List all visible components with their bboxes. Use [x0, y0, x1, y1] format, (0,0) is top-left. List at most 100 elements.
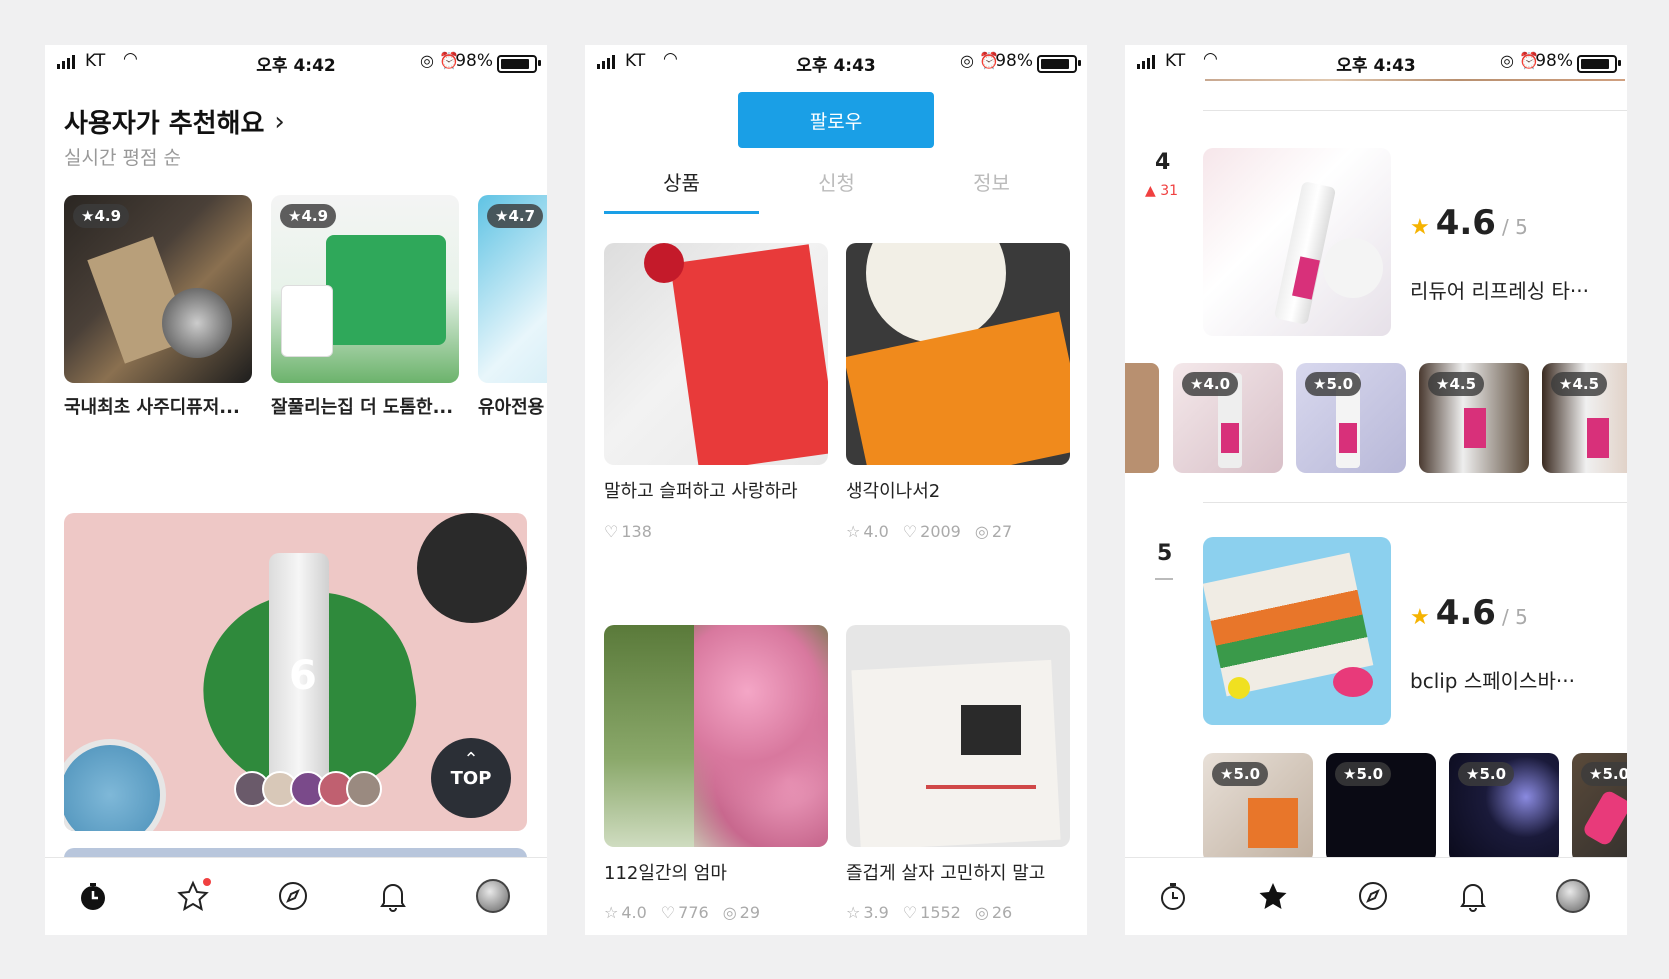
- rating: ☆ 4.0: [604, 903, 647, 922]
- tab-profile[interactable]: [1555, 878, 1591, 914]
- rank-unchanged-icon: [1155, 578, 1173, 580]
- battery-icon: [497, 55, 541, 73]
- rank-number: 4: [1155, 150, 1171, 175]
- rating-badge: ★4.5: [1551, 372, 1608, 396]
- ranked-product-image[interactable]: [1203, 148, 1391, 336]
- screen-profile-products: KT ◠ 오후 4:43 ◎ ⏰ 98% 팔로우 상품 신청 정보 말하고 슬퍼…: [585, 45, 1087, 935]
- rating: ☆ 3.9: [846, 903, 889, 922]
- product-card-title[interactable]: 잘풀리는집 더 도톰한...: [271, 393, 453, 419]
- rating-badge: ★5.0: [1458, 762, 1515, 786]
- product-card-image[interactable]: ★4.9: [64, 195, 252, 383]
- rating: ☆ 4.0: [846, 522, 889, 541]
- tab-timer[interactable]: [75, 878, 111, 914]
- product-image[interactable]: [604, 243, 828, 465]
- star-outline-icon: ☆: [604, 903, 619, 922]
- product-meta: ☆ 4.0 ♡ 776 ◎ 29: [604, 903, 760, 922]
- screen-ranking: KT ◠ 오후 4:43 ◎ ⏰ 98% 4 ▲ 31 ★ 4.6 / 5 리듀…: [1125, 45, 1627, 935]
- heart-icon: ♡: [660, 903, 676, 922]
- likes: ♡ 1552: [902, 903, 961, 922]
- rating-badge: ★5.0: [1305, 372, 1362, 396]
- review-thumbnail[interactable]: ★4.5: [1419, 363, 1529, 473]
- tab-favorites[interactable]: [175, 878, 211, 914]
- review-thumbnail[interactable]: ★5.0: [1296, 363, 1406, 473]
- tab-explore[interactable]: [1355, 878, 1391, 914]
- top-button[interactable]: ⌃ TOP: [431, 738, 511, 818]
- status-bar: KT ◠ 오후 4:43 ◎ ⏰ 98%: [585, 45, 1087, 79]
- bottom-tab-bar: [45, 857, 547, 935]
- alarm-icon: ◎ ⏰: [420, 51, 459, 70]
- tab-explore[interactable]: [275, 878, 311, 914]
- rating-badge: ★4.9: [280, 204, 337, 228]
- comments: ◎ 29: [722, 903, 761, 922]
- divider: [1203, 502, 1627, 503]
- avatar: [346, 771, 382, 807]
- review-thumbnail[interactable]: ★5.0: [1572, 753, 1627, 863]
- battery-percent: 98%: [1535, 51, 1573, 71]
- comment-icon: ◎: [974, 903, 989, 922]
- tab-notifications[interactable]: [375, 878, 411, 914]
- rating-badge: ★5.0: [1212, 762, 1269, 786]
- tab-notifications[interactable]: [1455, 878, 1491, 914]
- star-icon: ★: [1410, 215, 1430, 240]
- compass-icon: [1359, 882, 1387, 910]
- product-card-image[interactable]: ★4.7: [478, 195, 547, 383]
- product-title[interactable]: 112일간의 엄마: [604, 859, 727, 885]
- rating-badge: ★4.0: [1182, 372, 1239, 396]
- review-thumbnail[interactable]: ★5.0: [1449, 753, 1559, 863]
- notification-dot: [203, 878, 211, 886]
- product-image[interactable]: [846, 243, 1070, 465]
- tab-profile[interactable]: [475, 878, 511, 914]
- product-image[interactable]: [846, 625, 1070, 847]
- tab-info[interactable]: 정보: [914, 167, 1069, 196]
- product-title[interactable]: 말하고 슬퍼하고 사랑하라: [604, 477, 798, 503]
- product-card-image[interactable]: ★4.9: [271, 195, 459, 383]
- review-thumbnail[interactable]: ★5.0: [1203, 753, 1313, 863]
- tab-timer[interactable]: [1155, 878, 1191, 914]
- comments: ◎ 26: [974, 903, 1013, 922]
- section-header[interactable]: 사용자가 추천해요 ›: [64, 103, 285, 140]
- product-image[interactable]: [604, 625, 828, 847]
- follow-button[interactable]: 팔로우: [738, 92, 934, 148]
- tab-products[interactable]: 상품: [604, 167, 759, 196]
- product-meta: ☆ 4.0 ♡ 2009 ◎ 27: [846, 522, 1012, 541]
- product-card-title[interactable]: 국내최초 사주디퓨저...: [64, 393, 240, 419]
- status-bar: KT ◠ 오후 4:43 ◎ ⏰ 98%: [1125, 45, 1627, 79]
- avatar-stack: [234, 771, 382, 807]
- tab-requests[interactable]: 신청: [759, 167, 914, 196]
- review-thumbnail[interactable]: [1125, 363, 1159, 473]
- comments: ◎ 27: [974, 522, 1013, 541]
- top-button-label: TOP: [450, 768, 492, 789]
- battery-percent: 98%: [995, 51, 1033, 71]
- rating-badge: ★5.0: [1335, 762, 1392, 786]
- heart-icon: ♡: [902, 903, 918, 922]
- product-title[interactable]: 즐겁게 살자 고민하지 말고: [846, 859, 1045, 885]
- likes: ♡ 2009: [902, 522, 961, 541]
- product-title[interactable]: 생각이나서2: [846, 477, 940, 503]
- comment-icon: ◎: [722, 903, 737, 922]
- arrow-up-icon: ▲: [1145, 183, 1156, 199]
- timer-icon: [81, 883, 105, 910]
- rating-badge: ★5.0: [1581, 762, 1627, 786]
- chevron-up-icon: ⌃: [463, 749, 479, 770]
- likes: ♡ 776: [660, 903, 709, 922]
- review-thumbnail[interactable]: ★4.0: [1173, 363, 1283, 473]
- product-meta: ♡ 138: [604, 522, 652, 541]
- product-card-title[interactable]: 유아전용: [478, 393, 544, 419]
- screen-recommend: KT ◠ 오후 4:42 ◎ ⏰ 98% 사용자가 추천해요 › 실시간 평점 …: [45, 45, 547, 935]
- comment-icon: ◎: [974, 522, 989, 541]
- rating-badge: ★4.9: [73, 204, 130, 228]
- ranked-product-image[interactable]: [1203, 537, 1391, 725]
- review-thumbnail[interactable]: ★5.0: [1326, 753, 1436, 863]
- score: ★ 4.6 / 5: [1410, 203, 1528, 243]
- heart-icon: ♡: [902, 522, 918, 541]
- rank-change: ▲ 31: [1145, 183, 1179, 199]
- ranked-product-name[interactable]: 리듀어 리프레싱 타···: [1410, 275, 1589, 304]
- likes: ♡ 138: [604, 522, 652, 541]
- review-thumbnail[interactable]: ★4.5: [1542, 363, 1627, 473]
- bell-icon: [1460, 884, 1486, 912]
- bottom-tab-bar: [1125, 857, 1627, 935]
- ranked-product-name[interactable]: bclip 스페이스바···: [1410, 665, 1575, 694]
- status-bar: KT ◠ 오후 4:42 ◎ ⏰ 98%: [45, 45, 547, 79]
- avatar: [476, 879, 510, 913]
- tab-favorites[interactable]: [1255, 878, 1291, 914]
